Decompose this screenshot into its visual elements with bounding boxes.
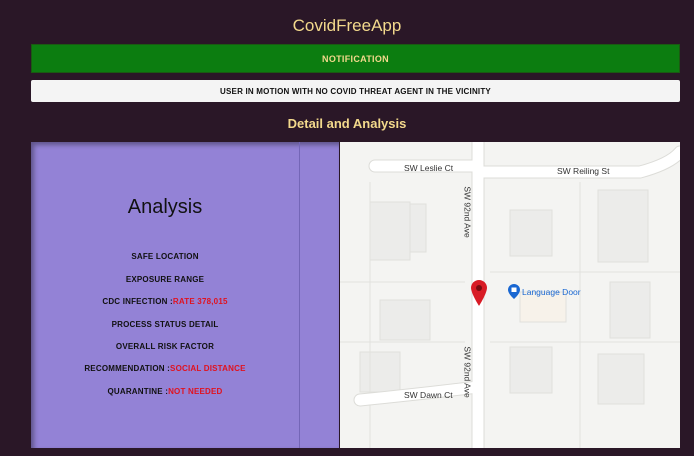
notification-message: USER IN MOTION WITH NO COVID THREAT AGEN… (31, 80, 680, 102)
building-footprint (609, 281, 651, 339)
street-label-92nd-north: SW 92nd Ave (462, 186, 473, 238)
analysis-row-label: SAFE LOCATION (131, 252, 199, 261)
building-footprint (369, 201, 411, 261)
building-footprint (597, 189, 649, 263)
building-footprint (509, 209, 553, 257)
analysis-row-label: QUARANTINE : (107, 387, 169, 396)
analysis-row-label: PROCESS STATUS DETAIL (111, 320, 219, 329)
street-label-92nd-south: SW 92nd Ave (462, 346, 473, 398)
store-pin-icon (508, 284, 520, 299)
building-footprint (359, 351, 401, 393)
building-footprint (379, 299, 431, 341)
analysis-row-value: SOCIAL DISTANCE (170, 364, 246, 373)
analysis-row-label: RECOMMENDATION : (84, 364, 171, 373)
building-footprint (597, 353, 645, 405)
analysis-row-label: CDC INFECTION : (102, 297, 173, 306)
analysis-heading: Analysis (127, 196, 203, 218)
analysis-row-value: RATE 378,015 (172, 297, 228, 306)
building-footprint (509, 346, 553, 394)
poi-label[interactable]: Language Door (522, 287, 581, 297)
analysis-row-cdc-infection: CDC INFECTION :RATE 378,015 (31, 297, 299, 306)
analysis-row-exposure-range: EXPOSURE RANGE (31, 275, 299, 284)
panel-divider (299, 142, 300, 448)
poi-marker[interactable] (508, 284, 520, 304)
analysis-row-quarantine: QUARANTINE :NOT NEEDED (31, 387, 299, 396)
analysis-row-label: OVERALL RISK FACTOR (115, 342, 215, 351)
current-location-marker[interactable] (471, 280, 487, 311)
analysis-row-safe-location: SAFE LOCATION (31, 252, 299, 261)
analysis-row-risk-factor: OVERALL RISK FACTOR (31, 342, 299, 351)
street-label-leslie: SW Leslie Ct (404, 163, 454, 173)
street-label-dawn: SW Dawn Ct (404, 390, 453, 400)
analysis-row-label: EXPOSURE RANGE (125, 275, 205, 284)
analysis-row-process-status: PROCESS STATUS DETAIL (31, 320, 299, 329)
analysis-row-recommendation: RECOMMENDATION :SOCIAL DISTANCE (31, 364, 299, 373)
map-view[interactable]: SW Leslie Ct SW Reiling St SW 92nd Ave S… (340, 142, 680, 448)
app-title: CovidFreeApp (292, 16, 402, 35)
notification-banner: NOTIFICATION (31, 44, 680, 73)
street-label-reiling: SW Reiling St (557, 166, 610, 176)
location-pin-icon (471, 280, 487, 306)
analysis-row-value: NOT NEEDED (168, 387, 223, 396)
analysis-panel: Analysis SAFE LOCATION EXPOSURE RANGE CD… (31, 142, 339, 448)
section-title: Detail and Analysis (287, 116, 407, 131)
